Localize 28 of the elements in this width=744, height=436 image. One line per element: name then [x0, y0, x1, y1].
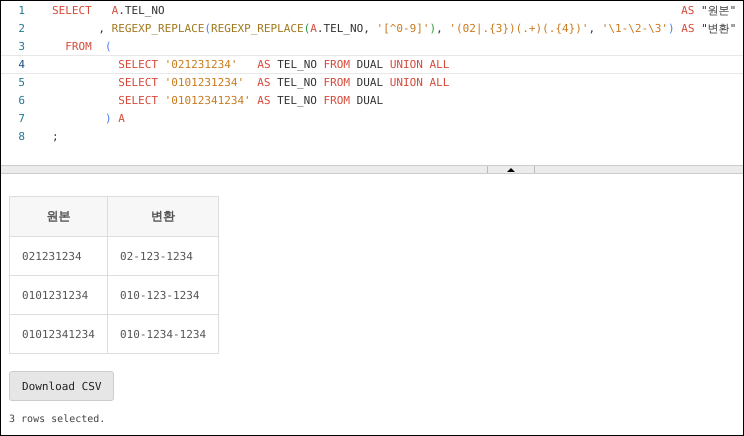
- code-line: ;: [52, 129, 59, 145]
- line-number: 5: [17, 76, 25, 89]
- line-number: 8: [17, 130, 25, 143]
- table-cell: 01012341234: [10, 314, 108, 354]
- triangle-up-icon: [507, 168, 515, 172]
- code-line: SELECT '0101231234' AS TEL_NO FROM DUAL UNION ALL: [117, 75, 450, 91]
- line-number: 7: [17, 112, 25, 125]
- line-number: 2: [17, 22, 25, 35]
- code-line: SELECT '021231234' AS TEL_NO FROM DUAL UNION ALL: [117, 57, 450, 73]
- code-line: , REGEXP_REPLACE(REGEXP_REPLACE(A.TEL_NO, '[^0-9]'), '(02|.{3})(.+)(.{4})', '\1-\2-\3') AS "변환": [97, 21, 736, 37]
- line-number: 4: [17, 58, 25, 71]
- code-line: FROM (: [64, 39, 112, 55]
- code-line: SELECT A.TEL_NO AS "원본": [52, 3, 736, 19]
- table-cell: 0101231234: [10, 276, 108, 314]
- table-cell: 010-1234-1234: [108, 314, 219, 354]
- line-number: 6: [17, 94, 25, 107]
- line-number: 1: [17, 4, 25, 17]
- code-line: ) A: [104, 111, 125, 127]
- table-cell: 021231234: [10, 236, 108, 276]
- collapse-handle[interactable]: [487, 166, 535, 173]
- table-cell: 010-123-1234: [108, 276, 219, 314]
- line-number: 3: [17, 40, 25, 53]
- code-line: SELECT '01012341234' AS TEL_NO FROM DUAL: [117, 93, 384, 109]
- column-header: 변환: [108, 196, 219, 236]
- status-text: 3 rows selected.: [9, 414, 106, 425]
- table-cell: 02-123-1234: [108, 236, 219, 276]
- column-header: 원본: [10, 196, 108, 236]
- download-csv-button[interactable]: Download CSV: [9, 371, 114, 401]
